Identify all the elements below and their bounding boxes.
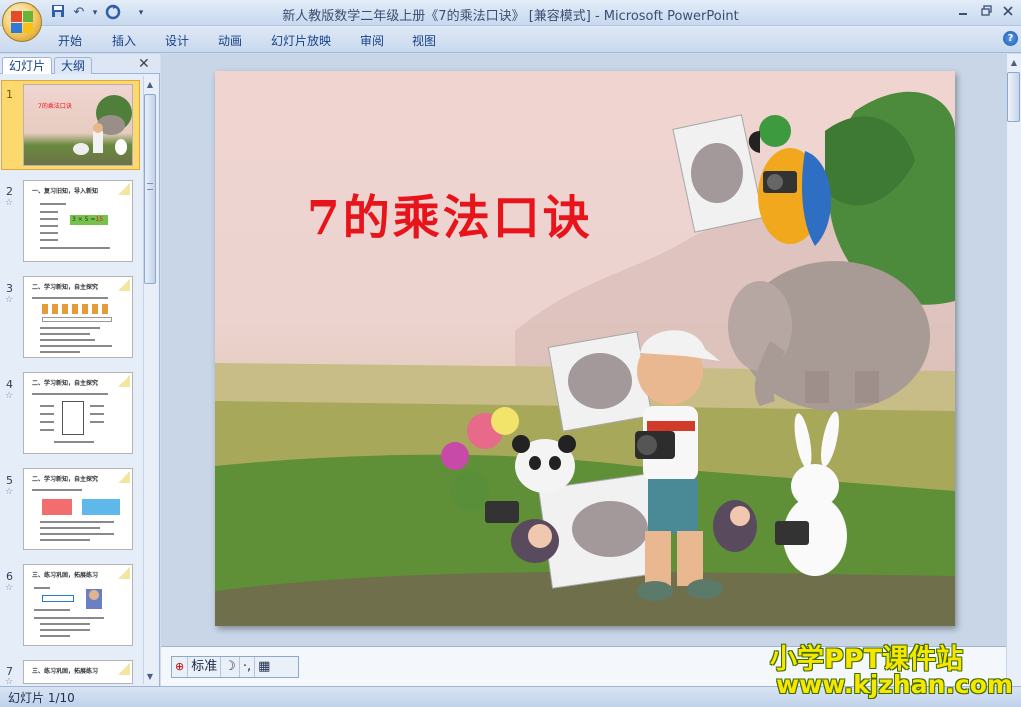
- thumb-person: [86, 589, 102, 609]
- tab-animations[interactable]: 动画: [218, 32, 242, 49]
- scroll-grip-icon: [147, 183, 153, 190]
- transition-star-icon: ☆: [5, 391, 14, 401]
- ime-mode-label[interactable]: 标准: [188, 657, 222, 677]
- corner-decoration: [118, 183, 130, 195]
- ribbon-tab-bar: [0, 26, 1021, 53]
- thumb-blue-box: [82, 499, 120, 515]
- transition-star-icon: ☆: [5, 198, 14, 208]
- scroll-up-icon[interactable]: ▲: [1007, 56, 1021, 70]
- thumb-table: [42, 317, 112, 322]
- scroll-thumb[interactable]: [1007, 72, 1020, 122]
- tab-outline[interactable]: 大纲: [54, 57, 93, 74]
- input-method-bar[interactable]: ⊕ 标准 ☽ ·, ▦: [171, 656, 299, 678]
- corner-decoration: [118, 279, 130, 291]
- thumb-title: 7的乘法口诀: [38, 103, 72, 110]
- thumb-pictures: [42, 304, 112, 314]
- watermark-url: www.kjzhan.com: [776, 670, 1013, 699]
- help-icon[interactable]: ?: [1003, 31, 1018, 46]
- slide-thumbnail[interactable]: 三、练习巩固，拓展练习: [23, 564, 133, 646]
- ime-logo-icon[interactable]: ⊕: [172, 657, 189, 677]
- thumb-title: 二、学习新知，自主探究: [32, 476, 99, 483]
- thumb-title: 二、学习新知，自主探究: [32, 380, 99, 387]
- transition-star-icon: ☆: [5, 487, 14, 497]
- current-slide[interactable]: 7的乘法口诀: [215, 71, 955, 626]
- corner-decoration: [118, 471, 130, 483]
- thumb-title: 一、复习旧知，导入新知: [32, 188, 99, 195]
- thumb-title: 三、练习巩固，拓展练习: [32, 668, 99, 675]
- transition-star-icon: ☆: [5, 295, 14, 305]
- scroll-up-icon[interactable]: ▲: [143, 78, 157, 92]
- tab-design[interactable]: 设计: [165, 32, 189, 49]
- tab-slideshow[interactable]: 幻灯片放映: [271, 32, 331, 49]
- close-button[interactable]: [995, 3, 1021, 21]
- thumb-equation-box: 3 × 5 =15: [70, 215, 108, 225]
- slide-counter: 幻灯片 1/10: [8, 691, 75, 705]
- slide-number: 1: [6, 88, 13, 101]
- slide-number: 6: [6, 570, 13, 583]
- ime-keyboard-icon[interactable]: ▦: [255, 657, 273, 677]
- slide-thumbnail[interactable]: 一、复习旧知，导入新知 3 × 5 =15: [23, 180, 133, 262]
- thumb-answer: 15: [95, 216, 104, 223]
- thumb-equation: 3 × 5 =: [72, 216, 96, 223]
- corner-decoration: [118, 375, 130, 387]
- tab-review[interactable]: 审阅: [360, 32, 384, 49]
- corner-decoration: [118, 663, 130, 675]
- slide-thumbnail[interactable]: 三、练习巩固，拓展练习: [23, 660, 133, 684]
- tab-view[interactable]: 视图: [412, 32, 436, 49]
- slide-background-illustration: [215, 91, 955, 626]
- tab-home[interactable]: 开始: [58, 32, 82, 49]
- thumb-red-box: [42, 499, 72, 515]
- slide-thumbnail[interactable]: 7的乘法口诀: [23, 84, 133, 166]
- thumb-speech-box: [42, 595, 74, 602]
- slide-number: 3: [6, 282, 13, 295]
- window-title: 新人教版数学二年级上册《7的乘法口诀》 [兼容模式] - Microsoft P…: [282, 9, 739, 24]
- slide-number: 2: [6, 185, 13, 198]
- tab-insert[interactable]: 插入: [112, 32, 136, 49]
- slide-number: 5: [6, 474, 13, 487]
- thumb-box: [62, 401, 84, 435]
- tab-slides[interactable]: 幻灯片: [2, 57, 53, 74]
- thumb-title: 三、练习巩固，拓展练习: [32, 572, 99, 579]
- ime-moon-icon[interactable]: ☽: [221, 657, 240, 677]
- main-vertical-scrollbar[interactable]: [1006, 54, 1021, 686]
- close-pane-icon[interactable]: ✕: [138, 56, 150, 72]
- slide-title[interactable]: 7的乘法口诀: [307, 179, 593, 248]
- thumb-illustration: [73, 95, 132, 155]
- slide-thumbnail[interactable]: 二、学习新知，自主探究: [23, 468, 133, 550]
- transition-star-icon: ☆: [5, 583, 14, 593]
- thumb-title: 二、学习新知，自主探究: [32, 284, 99, 291]
- slide-number: 4: [6, 378, 13, 391]
- corner-decoration: [118, 567, 130, 579]
- slide-thumbnail[interactable]: 二、学习新知，自主探究: [23, 276, 133, 358]
- office-button[interactable]: [2, 2, 42, 42]
- ime-punct-icon[interactable]: ·,: [240, 657, 256, 677]
- slide-thumbnail[interactable]: 二、学习新知，自主探究: [23, 372, 133, 454]
- office-logo-icon: [11, 11, 33, 33]
- scroll-down-icon[interactable]: ▼: [143, 670, 157, 684]
